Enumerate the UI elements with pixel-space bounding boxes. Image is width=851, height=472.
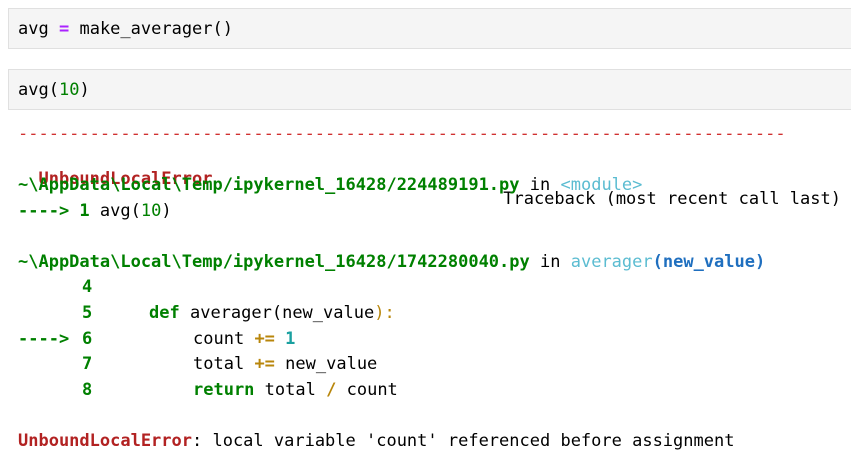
- count-var-2: count: [346, 380, 398, 400]
- plus-equals-op-2: +=: [254, 354, 275, 374]
- def-keyword: def: [149, 303, 180, 323]
- final-error-message: : local variable 'count' referenced befo…: [192, 431, 735, 451]
- frame-1-code-arg: 10: [140, 201, 162, 221]
- source-line-7: total += new_value: [193, 354, 377, 374]
- source-line-8: return total / count: [193, 380, 398, 400]
- count-var: count: [193, 329, 245, 349]
- total-var-2: total: [264, 380, 316, 400]
- frame-2-header: ~\AppData\Local\Temp/ipykernel_16428/174…: [18, 252, 765, 272]
- frame-1-path: ~\AppData\Local\Temp/ipykernel_16428/224…: [18, 175, 520, 195]
- return-keyword: return: [193, 380, 255, 400]
- arg-10: 10: [58, 80, 80, 100]
- total-var: total: [193, 354, 245, 374]
- final-error-name: UnboundLocalError: [18, 431, 192, 451]
- line-number-7: 7: [82, 354, 93, 374]
- frame-1-header: ~\AppData\Local\Temp/ipykernel_16428/224…: [18, 175, 642, 195]
- frame-2-path: ~\AppData\Local\Temp/ipykernel_16428/174…: [18, 252, 530, 272]
- final-error-line: UnboundLocalError: local variable 'count…: [18, 431, 734, 451]
- code-cell-2[interactable]: avg(10): [8, 69, 851, 110]
- frame-1-in: in: [529, 175, 551, 195]
- frame-1-arrow: ----> 1: [18, 201, 90, 221]
- call-make-averager: make_averager(): [79, 19, 233, 39]
- frame-2-func-args: (new_value): [652, 252, 766, 272]
- frame-1-code-fn: avg(: [99, 201, 141, 221]
- line-number-5: 5: [82, 303, 93, 323]
- def-colon: ):: [374, 303, 395, 323]
- var-avg: avg: [18, 19, 49, 39]
- divide-op: /: [326, 380, 337, 400]
- code-cell-1[interactable]: avg = make_averager(): [8, 8, 851, 49]
- frame-2-func: averager: [570, 252, 653, 272]
- line-number-6: 6: [82, 329, 93, 349]
- line-number-8: 8: [82, 380, 93, 400]
- cell-1-source[interactable]: avg = make_averager(): [18, 19, 233, 39]
- cell-2-source[interactable]: avg(10): [18, 80, 90, 100]
- frame-1-func: <module>: [560, 175, 643, 195]
- line-number-4: 4: [82, 277, 93, 297]
- traceback-separator: ----------------------------------------…: [18, 124, 786, 144]
- source-line-5: def averager(new_value):: [149, 303, 395, 323]
- new-value-var: new_value: [285, 354, 378, 374]
- frame-2-in: in: [540, 252, 561, 272]
- def-signature: averager(new_value: [189, 303, 375, 323]
- frame-1-line: ----> 1 avg(10): [18, 201, 172, 221]
- source-line-6: count += 1: [193, 329, 295, 349]
- num-1: 1: [285, 329, 296, 349]
- close-paren: ): [79, 80, 90, 100]
- current-line-arrow: ---->: [18, 329, 70, 349]
- assign-operator: =: [58, 19, 70, 39]
- frame-1-code-close: ): [161, 201, 172, 221]
- plus-equals-op: +=: [254, 329, 275, 349]
- call-avg: avg(: [18, 80, 59, 100]
